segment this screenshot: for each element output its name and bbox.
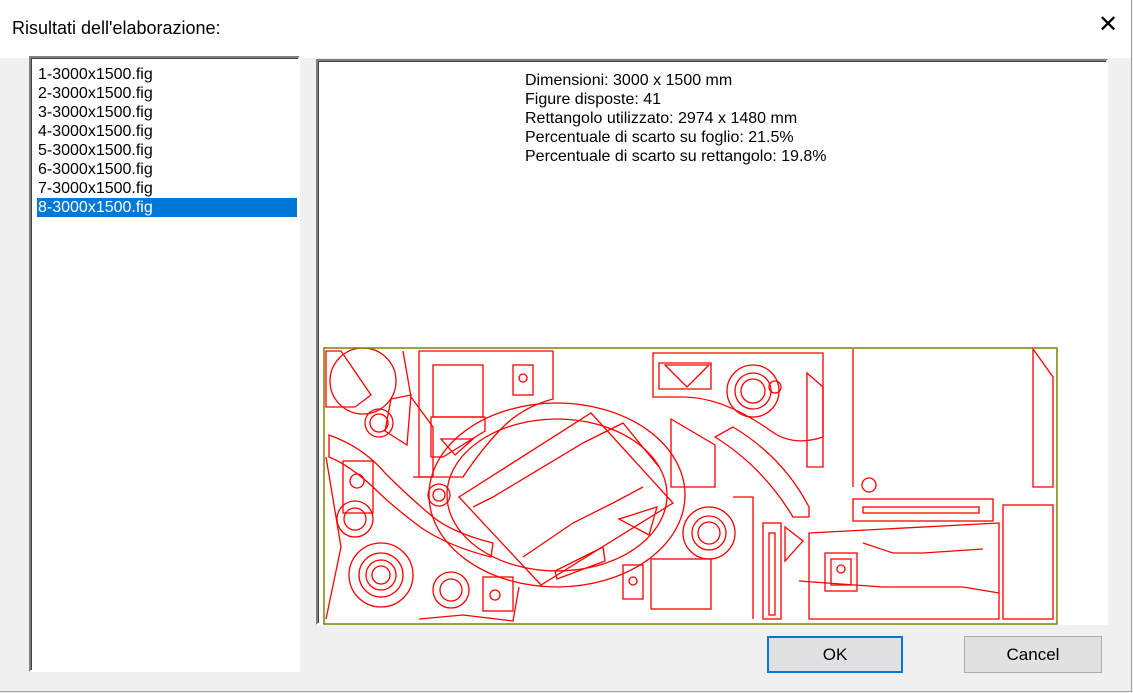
part-polyline [472,422,660,508]
cancel-button[interactable]: Cancel [964,636,1102,673]
results-dialog: Risultati dell'elaborazione: ✕ 1-3000x15… [0,0,1132,692]
part-rect [768,532,776,616]
rectangle-waste-text: Percentuale di scarto su rettangolo: 19.… [525,148,827,165]
part-circle [518,373,528,383]
part-rect [1002,504,1054,620]
part-circle [682,506,736,560]
close-icon[interactable]: ✕ [1095,12,1121,38]
part-polygon [784,525,804,563]
part-polyline [862,542,984,554]
part-circle [432,571,470,609]
part-polygon [325,350,372,408]
figures-count-text: Figure disposte: 41 [525,91,662,108]
part-polygon [384,394,412,447]
part-polygon [1032,347,1054,488]
dialog-title: Risultati dell'elaborazione: [12,18,221,38]
part-ellipse [446,418,668,572]
used-rectangle-text: Rettangolo utilizzato: 2974 x 1480 mm [525,110,798,127]
part-circle [432,488,446,502]
part-circle [740,378,766,404]
part-polyline [325,456,342,620]
list-item[interactable]: 4-3000x1500.fig [37,122,297,141]
result-info: Dimensioni: 3000 x 1500 mm Figure dispos… [525,71,827,166]
part-path [328,434,494,558]
part-rect [432,364,484,418]
part-circle [628,576,638,586]
title-bar: Risultati dell'elaborazione: ✕ [0,0,1131,58]
part-circle [365,559,397,591]
nesting-preview-panel: Dimensioni: 3000 x 1500 mm Figure dispos… [316,59,1108,625]
part-rect [762,522,782,620]
file-list: 1-3000x1500.fig 2-3000x1500.fig 3-3000x1… [37,65,297,217]
part-rect [862,506,980,514]
part-rect [622,564,644,600]
part-circle [336,500,374,538]
part-rect [482,576,514,612]
list-item[interactable]: 1-3000x1500.fig [37,65,297,84]
part-circle [697,521,721,545]
part-circle [371,565,391,585]
part-polyline [402,350,434,478]
part-polygon [554,546,606,580]
file-listbox[interactable]: 1-3000x1500.fig 2-3000x1500.fig 3-3000x1… [29,56,300,672]
list-item[interactable]: 6-3000x1500.fig [37,160,297,179]
part-rect [852,498,994,522]
part-circle [489,589,501,601]
list-item[interactable]: 2-3000x1500.fig [37,84,297,103]
part-rect [512,364,534,396]
part-circle [691,515,727,551]
part-circle [861,477,877,493]
sheet-waste-text: Percentuale di scarto su foglio: 21.5% [525,129,794,146]
part-rect [830,558,852,586]
part-polygon [670,417,716,488]
part-polygon [617,506,658,536]
part-polyline [733,496,754,619]
part-path [652,352,824,442]
part-rect [650,558,712,610]
part-polygon [663,364,711,388]
part-circle [349,473,365,489]
ok-button[interactable]: OK [767,636,903,673]
part-polygon [806,371,824,468]
part-circle [836,564,846,574]
part-circle [343,507,367,531]
list-item[interactable]: 5-3000x1500.fig [37,141,297,160]
list-item[interactable]: 3-3000x1500.fig [37,103,297,122]
part-rect [342,460,374,514]
part-circle [439,578,463,602]
dimensions-text: Dimensioni: 3000 x 1500 mm [525,72,733,89]
part-ellipse [428,402,686,588]
part-circle [329,347,397,415]
list-item-selected[interactable]: 8-3000x1500.fig [37,198,297,217]
list-item[interactable]: 7-3000x1500.fig [37,179,297,198]
nesting-layout-drawing [323,347,1058,625]
